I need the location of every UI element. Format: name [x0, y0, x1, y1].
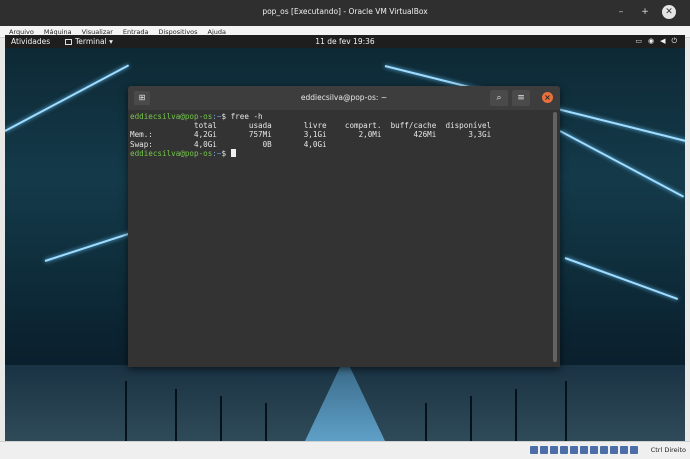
maximize-button[interactable]: +: [638, 5, 652, 19]
network-icon[interactable]: [560, 446, 568, 454]
virtualbox-titlebar: pop_os [Executando] - Oracle VM VirtualB…: [0, 0, 690, 26]
optical-drive-icon[interactable]: [540, 446, 548, 454]
bridge-rail: [425, 403, 427, 441]
power-icon[interactable]: ⏻: [671, 37, 677, 46]
close-button[interactable]: ✕: [662, 5, 676, 19]
screen-icon[interactable]: ▭: [635, 37, 642, 46]
cpu-icon[interactable]: [610, 446, 618, 454]
display-icon[interactable]: [590, 446, 598, 454]
command-line: eddiecsilva@pop-os:~$ free -h: [130, 112, 548, 121]
bridge-rail: [565, 381, 567, 441]
volume-icon[interactable]: ◀: [660, 37, 665, 46]
device-status-icons: [530, 446, 638, 454]
bridge-rail: [265, 403, 267, 441]
system-tray[interactable]: ▭ ◉ ◀ ⏻: [635, 37, 677, 46]
shared-folder-icon[interactable]: [580, 446, 588, 454]
bridge-rail: [220, 396, 222, 441]
terminal-output[interactable]: eddiecsilva@pop-os:~$ free -h total usad…: [130, 112, 548, 362]
window-controls: – + ✕: [614, 5, 676, 19]
current-prompt[interactable]: eddiecsilva@pop-os:~$: [130, 148, 548, 158]
output-swap: Swap: 4,0Gi 0B 4,0Gi: [130, 139, 327, 149]
terminal-headerbar[interactable]: ⊞ eddiecsilva@pop-os: ~ ⌕ ≡ ×: [128, 86, 560, 110]
accessibility-icon[interactable]: ◉: [648, 37, 654, 46]
clock[interactable]: 11 de fev 19:36: [5, 37, 685, 46]
window-title: pop_os [Executando] - Oracle VM VirtualB…: [262, 7, 428, 16]
command-text: free -h: [230, 112, 263, 121]
mouse-integration-icon[interactable]: [620, 446, 628, 454]
scrollbar-thumb[interactable]: [553, 112, 557, 362]
terminal-window[interactable]: ⊞ eddiecsilva@pop-os: ~ ⌕ ≡ × eddiecsilv…: [128, 86, 560, 367]
output-mem: Mem.: 4,2Gi 757Mi 3,1Gi 2,0Mi 426Mi 3,3G…: [130, 130, 492, 140]
keyboard-icon[interactable]: [630, 446, 638, 454]
search-button[interactable]: ⌕: [490, 90, 508, 106]
prompt-user: eddiecsilva@pop-os: [130, 112, 213, 121]
virtualbox-statusbar: Ctrl Direito: [0, 441, 690, 459]
light-beam: [5, 64, 130, 132]
prompt-user: eddiecsilva@pop-os: [130, 148, 213, 158]
prompt-symbol: $: [221, 148, 231, 158]
menu-button[interactable]: ≡: [512, 90, 530, 106]
audio-icon[interactable]: [550, 446, 558, 454]
bridge-rail: [125, 381, 127, 441]
light-beam: [559, 130, 685, 198]
bridge-rail: [470, 396, 472, 441]
recording-icon[interactable]: [600, 446, 608, 454]
bridge-rail: [175, 389, 177, 441]
host-key-label: Ctrl Direito: [650, 446, 686, 454]
terminal-scrollbar[interactable]: [553, 112, 557, 362]
text-cursor: [230, 148, 236, 157]
hard-disk-icon[interactable]: [530, 446, 538, 454]
prompt-symbol: $: [221, 112, 231, 121]
usb-icon[interactable]: [570, 446, 578, 454]
output-header: total usada livre compart. buff/cache di…: [130, 121, 492, 131]
minimize-button[interactable]: –: [614, 5, 628, 19]
bridge-rail: [515, 389, 517, 441]
gnome-top-bar: Atividades Terminal ▾ 11 de fev 19:36 ▭ …: [5, 35, 685, 48]
terminal-close-button[interactable]: ×: [542, 92, 553, 103]
light-beam: [564, 257, 679, 300]
